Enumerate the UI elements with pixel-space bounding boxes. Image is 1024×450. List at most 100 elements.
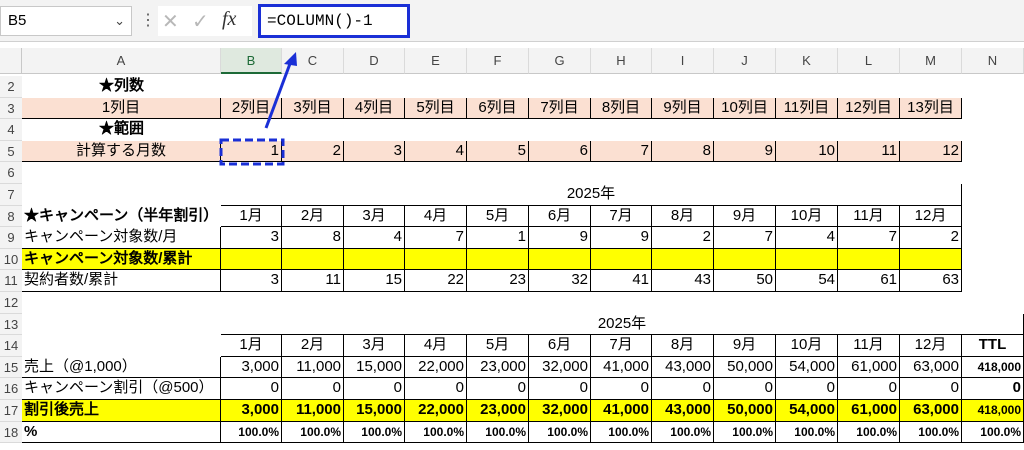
data-cell[interactable]: 23,000 <box>467 356 529 379</box>
row-header-17[interactable]: 17 <box>0 400 22 422</box>
data-cell[interactable]: 61 <box>838 270 900 292</box>
column-label-cell[interactable]: 8列目 <box>591 97 652 120</box>
row-header-12[interactable]: 12 <box>0 292 22 314</box>
data-cell[interactable]: 100.0% <box>714 421 776 444</box>
data-cell[interactable] <box>776 248 838 271</box>
month-header[interactable]: 9月 <box>714 335 776 357</box>
month-count-cell[interactable]: 6 <box>529 140 591 163</box>
data-cell[interactable]: 9 <box>591 227 652 249</box>
data-cell[interactable]: 4 <box>776 227 838 249</box>
data-cell[interactable]: 22,000 <box>405 356 467 379</box>
month-header[interactable]: 10月 <box>776 335 838 357</box>
column-label-cell[interactable]: 10列目 <box>714 97 776 120</box>
month-header[interactable]: 5月 <box>467 335 529 357</box>
month-count-cell[interactable]: 4 <box>405 140 467 163</box>
month-header[interactable]: 6月 <box>529 335 591 357</box>
data-cell[interactable]: 3,000 <box>221 356 282 379</box>
data-cell[interactable]: 54,000 <box>776 356 838 379</box>
row-header-4[interactable]: 4 <box>0 119 22 141</box>
row-header-16[interactable]: 16 <box>0 378 22 400</box>
month-header[interactable]: 8月 <box>652 205 714 228</box>
data-cell[interactable]: 15 <box>344 270 405 292</box>
section-title-columns[interactable]: ★列数 <box>22 76 221 98</box>
data-cell[interactable]: 100.0% <box>282 421 344 444</box>
row-label[interactable]: キャンペーン割引（@500） <box>22 378 221 400</box>
column-label-cell[interactable]: 12列目 <box>838 97 900 120</box>
data-cell[interactable]: 0 <box>900 378 962 400</box>
formula-input[interactable]: =COLUMN()-1 <box>258 4 410 38</box>
data-cell[interactable]: 54,000 <box>776 400 838 422</box>
row-header-13[interactable]: 13 <box>0 313 22 336</box>
data-cell[interactable]: 100.0% <box>344 421 405 444</box>
data-cell[interactable]: 63 <box>900 270 962 292</box>
data-cell[interactable] <box>652 248 714 271</box>
data-cell[interactable]: 100.0% <box>652 421 714 444</box>
column-header-k[interactable]: K <box>776 48 838 74</box>
data-cell[interactable]: 41,000 <box>591 400 652 422</box>
month-header[interactable]: 9月 <box>714 205 776 228</box>
column-header-d[interactable]: D <box>344 48 405 74</box>
column-label-cell[interactable]: 5列目 <box>405 97 467 120</box>
data-cell[interactable]: 43,000 <box>652 400 714 422</box>
month-count-cell[interactable]: 9 <box>714 140 776 163</box>
month-header[interactable]: 5月 <box>467 205 529 228</box>
data-cell[interactable]: 7 <box>405 227 467 249</box>
data-cell[interactable]: 0 <box>282 378 344 400</box>
data-cell[interactable]: 0 <box>652 378 714 400</box>
data-cell[interactable] <box>900 248 962 271</box>
column-header-i[interactable]: I <box>652 48 714 74</box>
data-cell[interactable]: 11,000 <box>282 356 344 379</box>
column-label-cell[interactable]: 9列目 <box>652 97 714 120</box>
data-cell[interactable]: 0 <box>591 378 652 400</box>
row-header-11[interactable]: 11 <box>0 270 22 292</box>
month-header[interactable]: 11月 <box>838 335 900 357</box>
insert-function-icon[interactable]: fx <box>222 8 236 31</box>
month-header[interactable]: 10月 <box>776 205 838 228</box>
month-count-cell[interactable]: 11 <box>838 140 900 163</box>
row-header-14[interactable]: 14 <box>0 335 22 357</box>
data-cell[interactable]: 0 <box>467 378 529 400</box>
data-cell[interactable]: 50,000 <box>714 356 776 379</box>
select-all-corner[interactable] <box>0 48 22 74</box>
data-cell[interactable]: 3 <box>221 270 282 292</box>
column-header-f[interactable]: F <box>467 48 529 74</box>
data-cell[interactable]: 2 <box>652 227 714 249</box>
month-header[interactable]: 12月 <box>900 335 962 357</box>
data-cell[interactable] <box>344 248 405 271</box>
month-header[interactable]: 3月 <box>344 335 405 357</box>
row-header-3[interactable]: 3 <box>0 97 22 120</box>
data-cell[interactable]: 43,000 <box>652 356 714 379</box>
month-header[interactable]: 2月 <box>282 335 344 357</box>
row-header-10[interactable]: 10 <box>0 248 22 271</box>
section-title-range[interactable]: ★範囲 <box>22 119 221 141</box>
data-cell[interactable]: 100.0% <box>900 421 962 444</box>
data-cell[interactable]: 15,000 <box>344 400 405 422</box>
data-cell[interactable]: 0 <box>714 378 776 400</box>
data-cell[interactable]: 22 <box>405 270 467 292</box>
data-cell[interactable] <box>714 248 776 271</box>
row-label[interactable]: 売上（@1,000） <box>22 356 221 379</box>
data-cell[interactable] <box>467 248 529 271</box>
month-header[interactable]: 4月 <box>405 335 467 357</box>
data-cell[interactable]: 15,000 <box>344 356 405 379</box>
month-header[interactable]: 8月 <box>652 335 714 357</box>
ttl-cell[interactable]: 0 <box>962 378 1024 400</box>
data-cell[interactable]: 7 <box>714 227 776 249</box>
month-header[interactable]: 1月 <box>221 335 282 357</box>
ttl-cell[interactable]: 418,000 <box>962 400 1024 422</box>
data-cell[interactable]: 0 <box>838 378 900 400</box>
data-cell[interactable]: 4 <box>344 227 405 249</box>
data-cell[interactable]: 32,000 <box>529 356 591 379</box>
label-cell[interactable]: 1列目 <box>22 97 221 120</box>
table-title[interactable]: ★キャンペーン（半年割引） <box>22 206 221 228</box>
month-count-cell[interactable]: 10 <box>776 140 838 163</box>
month-header[interactable]: 3月 <box>344 205 405 228</box>
column-label-cell[interactable]: 3列目 <box>282 97 344 120</box>
data-cell[interactable]: 50 <box>714 270 776 292</box>
data-cell[interactable] <box>405 248 467 271</box>
name-box[interactable]: B5 ⌄ <box>0 6 132 36</box>
ttl-cell[interactable]: 418,000 <box>962 356 1024 379</box>
ttl-cell[interactable]: 100.0% <box>962 421 1024 444</box>
data-cell[interactable]: 11 <box>282 270 344 292</box>
column-label-cell[interactable]: 2列目 <box>221 97 282 120</box>
